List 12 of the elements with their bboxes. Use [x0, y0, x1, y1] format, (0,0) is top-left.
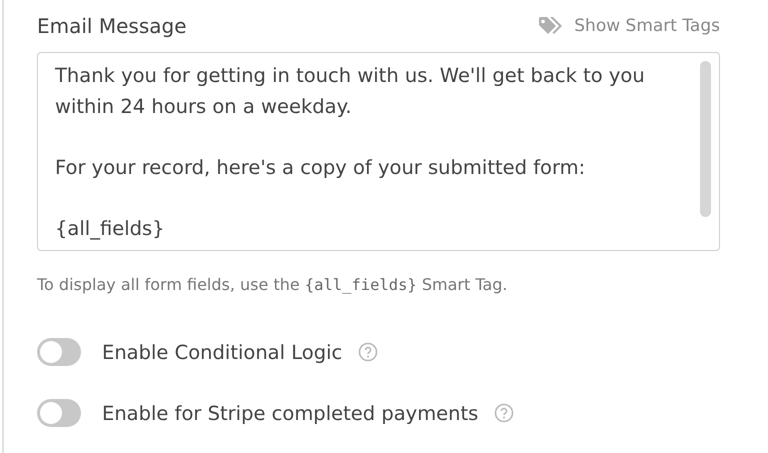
show-smart-tags-link[interactable]: Show Smart Tags [538, 16, 720, 36]
scrollbar-thumb[interactable] [700, 61, 711, 217]
help-icon[interactable] [358, 342, 378, 362]
toggle-label: Enable Conditional Logic [102, 340, 342, 364]
toggle-switch[interactable] [37, 399, 81, 427]
toggle-label: Enable for Stripe completed payments [102, 402, 478, 424]
field-label: Email Message [37, 14, 187, 38]
toggle-switch[interactable] [37, 338, 81, 366]
message-field[interactable]: Thank you for getting in touch with us. We'll get back to you within 24 hours on a weekday. For your record, here's a copy of your submitted form: {all_fields} [37, 52, 720, 251]
hint-text: To display all form fields, use the {all_fields} Smart Tag. [37, 275, 509, 294]
help-icon[interactable] [494, 403, 514, 423]
tags-icon [538, 16, 564, 36]
